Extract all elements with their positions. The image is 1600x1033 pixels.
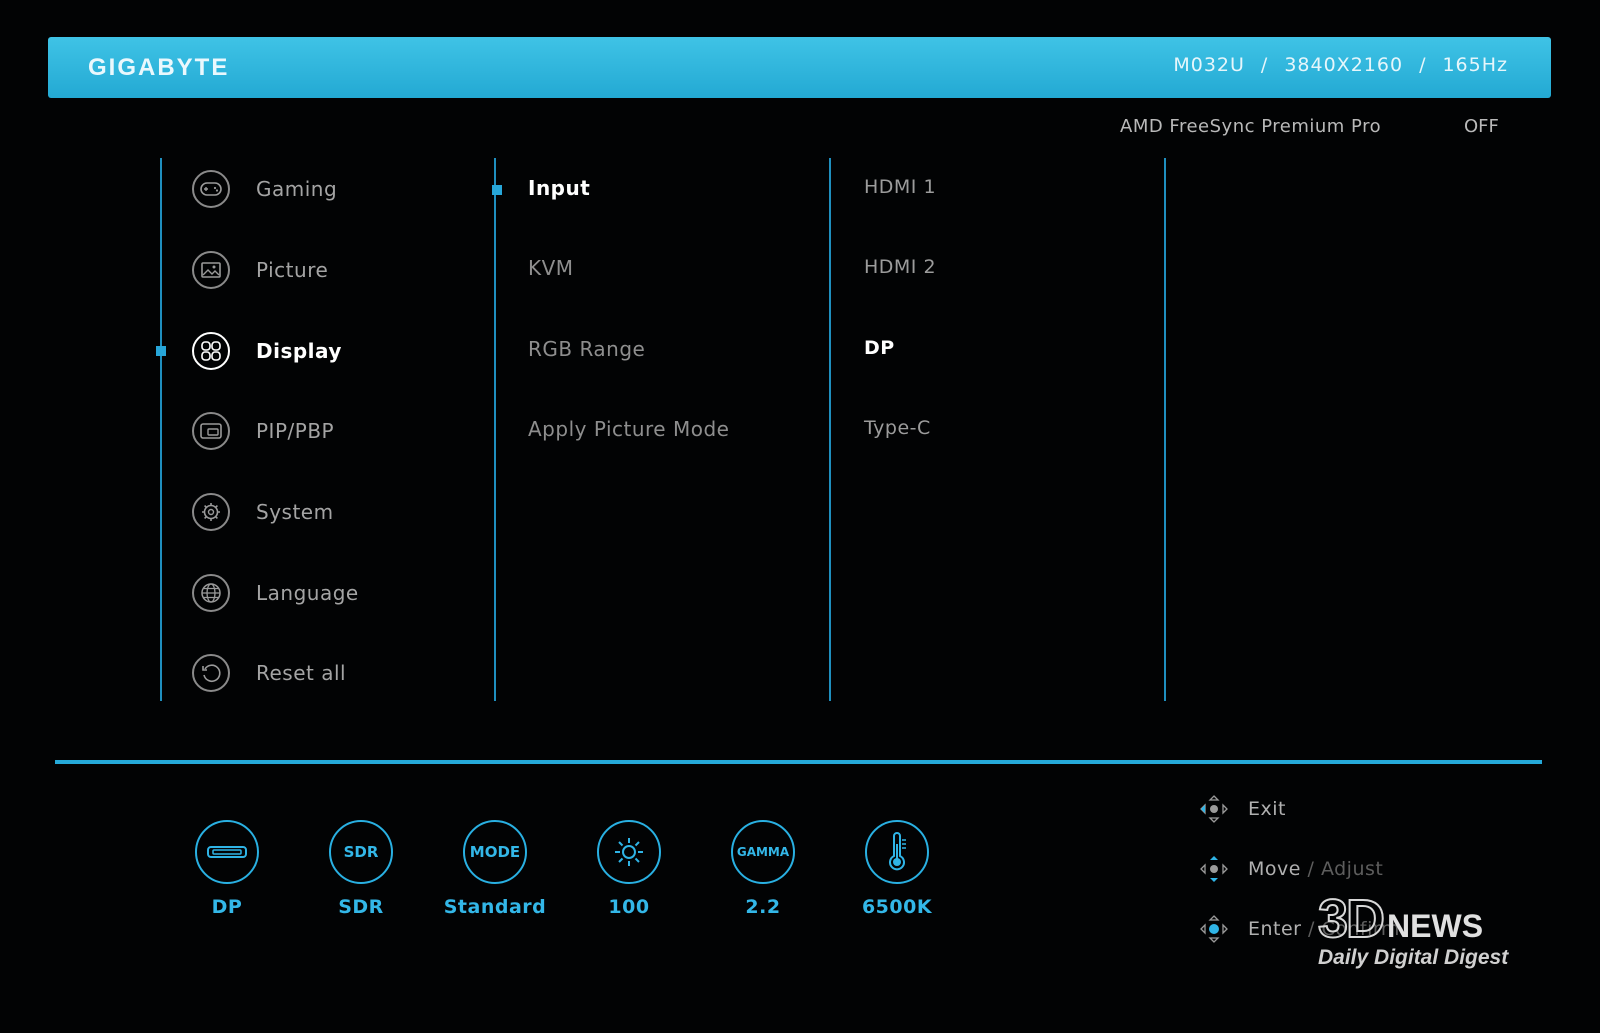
watermark-3d: 3D <box>1317 888 1386 950</box>
menu-item-display[interactable]: Display <box>192 328 442 374</box>
option-hdmi2[interactable]: HDMI 2 <box>864 256 936 278</box>
joystick-updown-icon <box>1198 853 1230 885</box>
menu-label: PIP/PBP <box>256 419 335 443</box>
status-value: SDR <box>338 896 384 918</box>
gear-icon <box>192 493 230 531</box>
watermark-news: NEWS <box>1387 908 1484 944</box>
submenu-item-input[interactable]: Input <box>528 176 590 200</box>
status-value: 2.2 <box>745 896 781 918</box>
model-info: M032U/3840X2160/165Hz <box>1173 54 1508 76</box>
nav-label: Exit <box>1248 798 1286 820</box>
status-mode: MODE Standard <box>435 820 555 918</box>
column-divider <box>160 158 162 701</box>
status-divider <box>55 760 1542 764</box>
status-gamma: GAMMA 2.2 <box>703 820 823 918</box>
brightness-icon <box>597 820 661 884</box>
joystick-left-icon <box>1198 793 1230 825</box>
menu-item-gaming[interactable]: Gaming <box>192 166 442 212</box>
status-value: DP <box>211 896 243 918</box>
status-color-temp: 6500K <box>837 820 957 918</box>
status-value: 6500K <box>861 896 933 918</box>
column-divider <box>494 158 496 701</box>
status-sdr: SDR SDR <box>301 820 421 918</box>
menu-label: Picture <box>256 258 329 282</box>
option-hdmi1[interactable]: HDMI 1 <box>864 176 936 198</box>
nav-label: Move / Adjust <box>1248 858 1384 880</box>
picture-icon <box>192 251 230 289</box>
watermark-subtitle: Daily Digital Digest <box>1318 946 1509 969</box>
menu-item-picture[interactable]: Picture <box>192 247 442 293</box>
column-divider <box>1164 158 1166 701</box>
gamma-icon: GAMMA <box>731 820 795 884</box>
menu-item-system[interactable]: System <box>192 489 442 535</box>
submenu-selection-marker <box>492 185 502 195</box>
status-brightness: 100 <box>569 820 689 918</box>
status-value: Standard <box>443 896 547 918</box>
resolution: 3840X2160 <box>1284 54 1404 76</box>
menu-label: Display <box>256 339 342 363</box>
thermometer-icon <box>865 820 929 884</box>
status-value: 100 <box>608 896 650 918</box>
refresh-rate: 165Hz <box>1442 54 1508 76</box>
brand-logo: GIGABYTE <box>88 54 230 81</box>
menu-label: Reset all <box>256 661 347 685</box>
sdr-icon: SDR <box>329 820 393 884</box>
menu-label: System <box>256 500 334 524</box>
gamepad-icon <box>192 170 230 208</box>
globe-icon <box>192 574 230 612</box>
menu-label: Gaming <box>256 177 338 201</box>
submenu-item-apply-picture-mode[interactable]: Apply Picture Mode <box>528 417 729 441</box>
pip-icon <box>192 412 230 450</box>
menu-item-language[interactable]: Language <box>192 570 442 616</box>
reset-icon <box>192 654 230 692</box>
freesync-value: OFF <box>1464 116 1499 137</box>
column-divider <box>829 158 831 701</box>
menu-item-reset-all[interactable]: Reset all <box>192 650 442 696</box>
option-dp[interactable]: DP <box>864 337 895 359</box>
main-menu-selection-marker <box>156 346 166 356</box>
watermark-logo: 3D NEWS <box>1317 888 1484 950</box>
menu-item-pip-pbp[interactable]: PIP/PBP <box>192 408 442 454</box>
model-name: M032U <box>1173 54 1245 76</box>
joystick-press-icon <box>1198 913 1230 945</box>
status-input: DP <box>167 820 287 918</box>
mode-icon: MODE <box>463 820 527 884</box>
freesync-label: AMD FreeSync Premium Pro <box>1120 116 1382 137</box>
menu-label: Language <box>256 581 359 605</box>
submenu-item-kvm[interactable]: KVM <box>528 256 574 280</box>
option-type-c[interactable]: Type-C <box>864 417 931 439</box>
nav-hint-move: Move / Adjust <box>1198 853 1383 885</box>
submenu-item-rgb-range[interactable]: RGB Range <box>528 337 645 361</box>
port-icon <box>195 820 259 884</box>
display-grid-icon <box>192 332 230 370</box>
nav-hint-exit: Exit <box>1198 793 1286 825</box>
